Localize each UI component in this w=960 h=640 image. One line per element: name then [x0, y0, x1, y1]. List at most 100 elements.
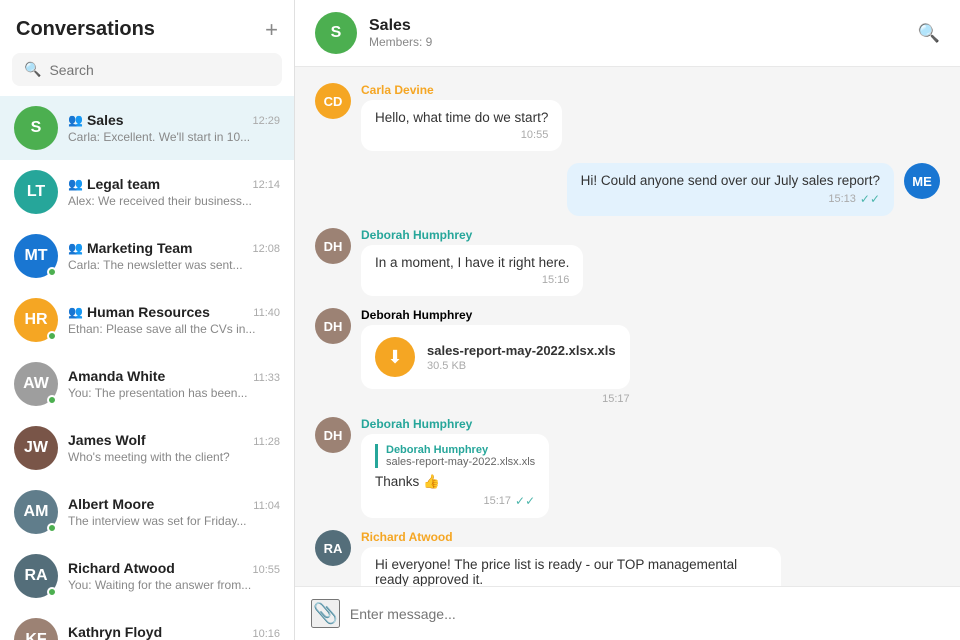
message-time: 15:17	[602, 393, 630, 405]
conversation-item-marketing[interactable]: MT👥 Marketing Team12:08Carla: The newsle…	[0, 224, 294, 288]
file-download-icon[interactable]: ⬇	[375, 337, 415, 377]
message-avatar: DH	[315, 417, 351, 453]
message-content: In a moment, I have it right here. 15:16	[361, 245, 583, 296]
message-time: 10:55	[521, 129, 549, 141]
chat-header: S Sales Members: 9 🔍	[295, 0, 960, 67]
message-row: DH Deborah Humphrey ⬇ sales-report-may-2022…	[315, 308, 940, 405]
message-meta: 15:16	[375, 274, 569, 286]
conv-name: Richard Atwood	[68, 560, 175, 576]
message-avatar: DH	[315, 308, 351, 344]
conv-info: 👥 Marketing Team 12:08 Carla: The newslett…	[68, 240, 280, 272]
add-conversation-button[interactable]: +	[265, 19, 278, 41]
conv-info: Richard Atwood10:55You: Waiting for the …	[68, 560, 280, 592]
message-avatar: ME	[904, 163, 940, 199]
chat-header-left: S Sales Members: 9	[315, 12, 432, 54]
conv-info: 👥 Legal team12:14Alex: We received their…	[68, 176, 280, 208]
message-sender: Richard Atwood	[361, 530, 781, 544]
attach-button[interactable]: 📎	[311, 599, 340, 628]
sidebar-title: Conversations	[16, 18, 155, 41]
chat-header-info: Sales Members: 9	[369, 17, 432, 49]
message-time: 15:13	[828, 193, 856, 205]
conv-time: 12:08	[252, 243, 280, 255]
conv-time: 11:40	[253, 307, 280, 319]
conv-time: 10:55	[252, 564, 280, 576]
conv-time: 11:04	[253, 500, 280, 512]
conv-name: James Wolf	[68, 432, 146, 448]
group-icon: 👥	[68, 241, 83, 255]
conv-time: 11:33	[253, 372, 280, 384]
message-row: RA Richard Atwood Hi everyone! The price l…	[315, 530, 940, 586]
message-input[interactable]	[350, 606, 944, 622]
message-text: Hi everyone! The price list is ready - o…	[375, 557, 737, 586]
message-content: Hi everyone! The price list is ready - o…	[361, 547, 781, 586]
message-time: 15:16	[542, 274, 570, 286]
message-bubble: Deborah HumphreyDeborah Humphreysales-re…	[361, 417, 549, 518]
conversation-list: S👥 Sales12:29Carla: Excellent. We'll sta…	[0, 96, 294, 640]
read-check-icon: ✓✓	[860, 192, 880, 206]
message-sender: Deborah Humphrey	[361, 308, 630, 322]
reply-reference: Deborah Humphreysales-report-may-2022.xl…	[375, 444, 535, 468]
conversation-item-legal[interactable]: LT👥 Legal team12:14Alex: We received the…	[0, 160, 294, 224]
conversation-item-hr[interactable]: HR👥 Human Resources11:40Ethan: Please sa…	[0, 288, 294, 352]
conv-name: 👥 Human Resources	[68, 304, 210, 320]
conversation-item-amanda[interactable]: AW Amanda White11:33You: The presentatio…	[0, 352, 294, 416]
search-bar: 🔍	[0, 53, 294, 96]
conv-preview: Ethan: Please save all the CVs in...	[68, 322, 280, 336]
conv-preview: Alex: We received their business...	[68, 194, 280, 208]
message-meta: 10:55	[375, 129, 548, 141]
message-time: 15:17	[484, 495, 512, 507]
message-bubble: Deborah Humphrey In a moment, I have it r…	[361, 228, 583, 296]
conv-name: 👥 Marketing Team	[68, 240, 193, 256]
message-bubble: Carla DevineHello, what time do we start…	[361, 83, 562, 151]
conv-preview: Who's meeting with the client?	[68, 450, 280, 464]
conv-name: Amanda White	[68, 368, 165, 384]
conv-preview: You: The presentation has been...	[68, 386, 280, 400]
input-area: 📎	[295, 586, 960, 640]
conv-info: Amanda White 11:33 You: The presentation h…	[68, 368, 280, 400]
chat-sub: Members: 9	[369, 35, 432, 49]
file-info: sales-report-may-2022.xlsx.xls30.5 KB	[427, 343, 616, 372]
search-icon: 🔍	[24, 61, 41, 78]
conv-name: Kathryn Floyd	[68, 624, 162, 640]
chat-avatar: S	[315, 12, 357, 54]
message-text: Thanks 👍	[375, 474, 440, 489]
message-text: In a moment, I have it right here.	[375, 255, 569, 270]
conv-info: James Wolf11:28Who's meeting with the cl…	[68, 432, 280, 464]
search-input[interactable]	[49, 62, 270, 78]
message-content: Hi! Could anyone send over our July sale…	[567, 163, 894, 216]
conversation-item-kathryn[interactable]: KF Kathryn Floyd10:16I sent the email to…	[0, 608, 294, 640]
message-meta: 15:17	[361, 393, 630, 405]
messages-list: CDCarla DevineHello, what time do we sta…	[295, 67, 960, 586]
file-attachment: ⬇ sales-report-may-2022.xlsx.xls30.5 KB	[361, 325, 630, 389]
chat-name: Sales	[369, 17, 432, 35]
read-check-icon: ✓✓	[515, 494, 535, 508]
reply-text: sales-report-may-2022.xlsx.xls	[386, 456, 535, 468]
message-content: Deborah Humphreysales-report-may-2022.xl…	[361, 434, 549, 518]
message-bubble: Hi! Could anyone send over our July sale…	[567, 163, 894, 216]
message-row: DH Deborah Humphrey In a moment, I have it…	[315, 228, 940, 296]
conv-name: 👥 Legal team	[68, 176, 160, 192]
sidebar-header: Conversations +	[0, 0, 294, 53]
group-icon: 👥	[68, 305, 83, 319]
conv-time: 12:29	[252, 115, 280, 127]
chat-search-icon[interactable]: 🔍	[918, 23, 940, 44]
group-icon: 👥	[68, 113, 83, 127]
message-bubble: Deborah Humphrey ⬇ sales-report-may-2022.x…	[361, 308, 630, 405]
conversation-item-sales[interactable]: S👥 Sales12:29Carla: Excellent. We'll sta…	[0, 96, 294, 160]
chat-area: S Sales Members: 9 🔍 CDCarla DevineHello…	[295, 0, 960, 640]
conversation-item-james[interactable]: JW James Wolf11:28Who's meeting with the…	[0, 416, 294, 480]
message-row: DH Deborah HumphreyDeborah Humphreysales-…	[315, 417, 940, 518]
conversation-item-albert[interactable]: AM Albert Moore11:04The interview was se…	[0, 480, 294, 544]
sidebar: Conversations + 🔍 S👥 Sales12:29Carla: Ex…	[0, 0, 295, 640]
message-row: CDCarla DevineHello, what time do we sta…	[315, 83, 940, 151]
conversation-item-richard[interactable]: RA Richard Atwood10:55You: Waiting for t…	[0, 544, 294, 608]
message-meta: 15:17✓✓	[375, 494, 535, 508]
message-meta: 15:13 ✓✓	[581, 192, 880, 206]
message-sender: Deborah Humphrey	[361, 228, 583, 242]
conv-preview: Carla: The newsletter was sent...	[68, 258, 280, 272]
conv-name: 👥 Sales	[68, 112, 124, 128]
message-avatar: RA	[315, 530, 351, 566]
group-icon: 👥	[68, 177, 83, 191]
conv-info: Kathryn Floyd10:16I sent the email to th…	[68, 624, 280, 640]
message-avatar: DH	[315, 228, 351, 264]
